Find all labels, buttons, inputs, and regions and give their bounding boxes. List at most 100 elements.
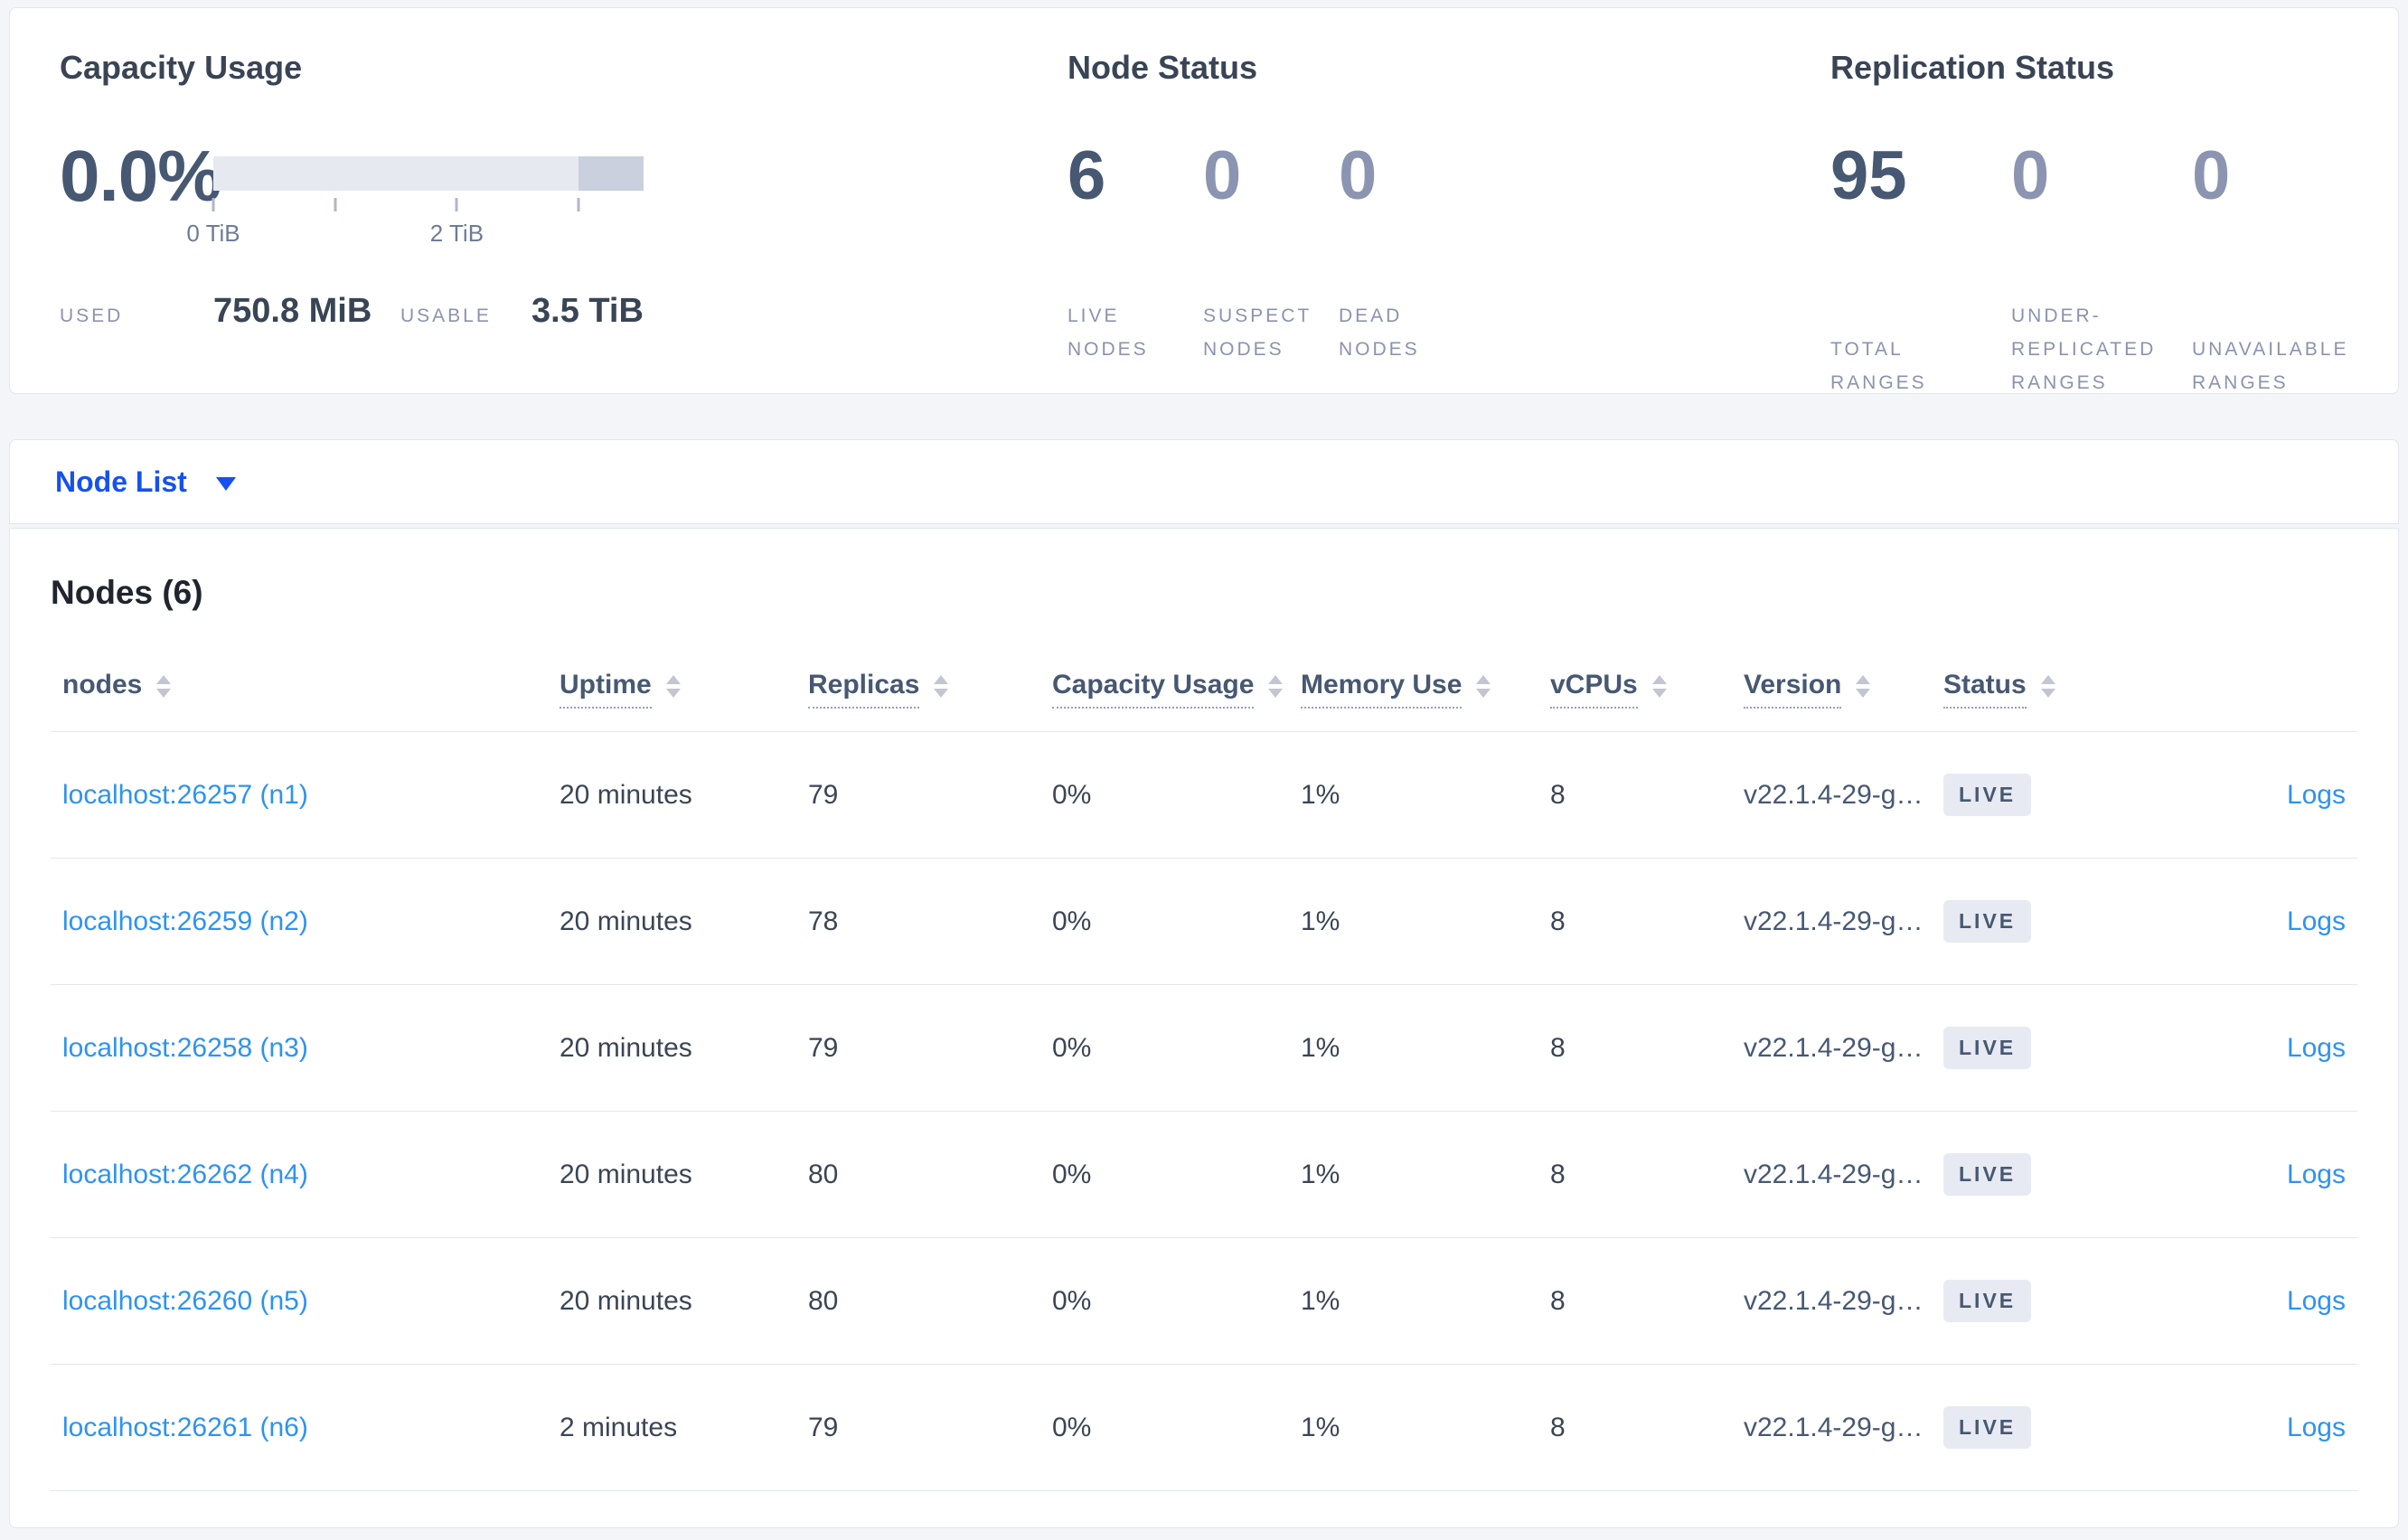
replication-status-labels: TOTAL RANGES UNDER-REPLICATED RANGES UNAVA… — [1830, 299, 2373, 399]
sort-asc-arrow — [1856, 675, 1871, 684]
sort-desc-arrow — [2040, 689, 2055, 698]
sort-icon — [1268, 675, 1284, 698]
node-address-link[interactable]: localhost:26257 (n1) — [62, 780, 308, 810]
column-header-version[interactable]: Version — [1732, 646, 1932, 731]
logs-cell: Logs — [2160, 1286, 2357, 1317]
logs-cell: Logs — [2160, 1413, 2357, 1443]
column-header-status[interactable]: Status — [1932, 646, 2160, 731]
replication-status-values: 95 0 0 — [1830, 140, 2373, 212]
status-badge: LIVE — [1943, 1027, 2032, 1069]
replication-stat-value: 95 — [1830, 137, 1907, 214]
nodes-section-title: Nodes (6) — [51, 574, 203, 611]
table-row: localhost:26259 (n2) 20 minutes 78 0% 1% 8 v22… — [51, 859, 2357, 985]
sort-icon — [1856, 675, 1871, 698]
status-badge: LIVE — [1943, 1280, 2032, 1322]
node-stat-value: 6 — [1068, 137, 1106, 214]
capacity-usage-cell: 0% — [1052, 1032, 1092, 1063]
node-stat-value: 0 — [1339, 137, 1378, 214]
replicas-cell: 79 — [808, 1412, 839, 1442]
capacity-usage-bar: 0 TiB 2 TiB — [186, 156, 644, 247]
capacity-bar-tick — [455, 198, 458, 211]
capacity-bar-tick — [577, 198, 580, 211]
uptime-cell: 20 minutes — [560, 1032, 692, 1063]
table-row: localhost:26258 (n3) 20 minutes 79 0% 1% 8 v22… — [51, 985, 2357, 1112]
node-address-link[interactable]: localhost:26258 (n3) — [62, 1033, 308, 1063]
logs-link[interactable]: Logs — [2287, 906, 2346, 936]
sort-icon — [934, 675, 949, 698]
node-address-link[interactable]: localhost:26260 (n5) — [62, 1286, 308, 1316]
sort-asc-arrow — [156, 675, 172, 684]
capacity-usage-cell: 0% — [1052, 1159, 1092, 1189]
capacity-usage-section: Capacity Usage 0.0% 0 TiB 2 TiB USED 750.… — [60, 48, 644, 331]
logs-link[interactable]: Logs — [2287, 1160, 2346, 1189]
capacity-usage-cell: 0% — [1052, 779, 1092, 810]
usable-value: 3.5 TiB — [531, 292, 644, 330]
replicas-cell: 80 — [808, 1159, 839, 1189]
sort-asc-arrow — [1651, 675, 1667, 684]
logs-link[interactable]: Logs — [2287, 1286, 2346, 1316]
sort-asc-arrow — [2040, 675, 2055, 684]
column-header-memory-use[interactable]: Memory Use — [1289, 646, 1538, 731]
node-address-cell: localhost:26262 (n4) — [51, 1160, 548, 1190]
status-badge: LIVE — [1943, 1153, 2032, 1196]
sort-desc-arrow — [1268, 689, 1284, 698]
sort-icon — [1651, 675, 1667, 698]
status-cell: LIVE — [1932, 1027, 2160, 1069]
table-row: localhost:26257 (n1) 20 minutes 79 0% 1% 8 v22… — [51, 732, 2357, 859]
replication-stat-label: TOTAL RANGES — [1830, 339, 1927, 393]
node-address-link[interactable]: localhost:26259 (n2) — [62, 906, 308, 936]
node-status-section: Node Status 6 0 0 LIVE NODES SUSPECT NODES D… — [1068, 48, 1474, 366]
column-header-label: nodes — [62, 669, 143, 700]
node-address-link[interactable]: localhost:26262 (n4) — [62, 1160, 308, 1189]
column-header-vcpus[interactable]: vCPUs — [1538, 646, 1732, 731]
column-header-label: vCPUs — [1550, 670, 1638, 709]
sort-asc-arrow — [1268, 675, 1284, 684]
view-selector-bar: Node List — [9, 439, 2399, 524]
version-cell: v22.1.4-29-g… — [1744, 906, 1924, 936]
column-header-label: Status — [1943, 670, 2027, 709]
capacity-usage-cell: 0% — [1052, 906, 1092, 936]
column-header-capacity-usage[interactable]: Capacity Usage — [1040, 646, 1289, 731]
chevron-down-icon — [215, 476, 236, 491]
table-row: localhost:26262 (n4) 20 minutes 80 0% 1% 8 v22… — [51, 1112, 2357, 1238]
memory-use-cell: 1% — [1301, 1412, 1340, 1442]
node-list-dropdown-label: Node List — [55, 465, 187, 498]
logs-link[interactable]: Logs — [2287, 1033, 2346, 1063]
usable-label: USABLE — [400, 305, 492, 326]
sort-asc-arrow — [665, 675, 681, 684]
sort-icon — [156, 675, 172, 698]
replication-stat-value: 0 — [2011, 137, 2050, 214]
used-value: 750.8 MiB — [213, 292, 372, 330]
column-header-label: Version — [1744, 670, 1842, 709]
uptime-cell: 20 minutes — [560, 906, 692, 936]
sort-desc-arrow — [1476, 689, 1491, 698]
uptime-cell: 20 minutes — [560, 1159, 692, 1189]
capacity-bar-tick-label: 0 TiB — [186, 220, 240, 247]
vcpus-cell: 8 — [1550, 1032, 1566, 1063]
column-header-nodes[interactable]: nodes — [51, 646, 548, 731]
sort-icon — [665, 675, 681, 698]
replicas-cell: 78 — [808, 906, 839, 936]
used-label: USED — [60, 305, 124, 326]
node-address-cell: localhost:26260 (n5) — [51, 1286, 548, 1317]
version-cell: v22.1.4-29-g… — [1744, 1032, 1924, 1063]
sort-desc-arrow — [1856, 689, 1871, 698]
column-header-uptime[interactable]: Uptime — [548, 646, 796, 731]
vcpus-cell: 8 — [1550, 906, 1566, 936]
column-header-label: Capacity Usage — [1052, 670, 1255, 709]
version-cell: v22.1.4-29-g… — [1744, 1285, 1924, 1316]
node-address-link[interactable]: localhost:26261 (n6) — [62, 1413, 308, 1442]
capacity-used-percent: 0.0% — [60, 136, 221, 216]
capacity-bar-tick — [334, 198, 337, 211]
sort-asc-arrow — [934, 675, 949, 684]
nodes-table-card: Nodes (6) nodes Uptime Replicas Capacity Us… — [9, 528, 2399, 1528]
capacity-usage-chart: 0.0% 0 TiB 2 TiB — [60, 136, 644, 247]
node-address-cell: localhost:26257 (n1) — [51, 780, 548, 811]
logs-link[interactable]: Logs — [2287, 1413, 2346, 1442]
memory-use-cell: 1% — [1301, 779, 1340, 810]
logs-link[interactable]: Logs — [2287, 780, 2346, 810]
column-header-replicas[interactable]: Replicas — [796, 646, 1040, 731]
node-list-dropdown[interactable]: Node List — [55, 465, 236, 499]
node-status-values: 6 0 0 — [1068, 140, 1474, 212]
sort-desc-arrow — [1651, 689, 1667, 698]
